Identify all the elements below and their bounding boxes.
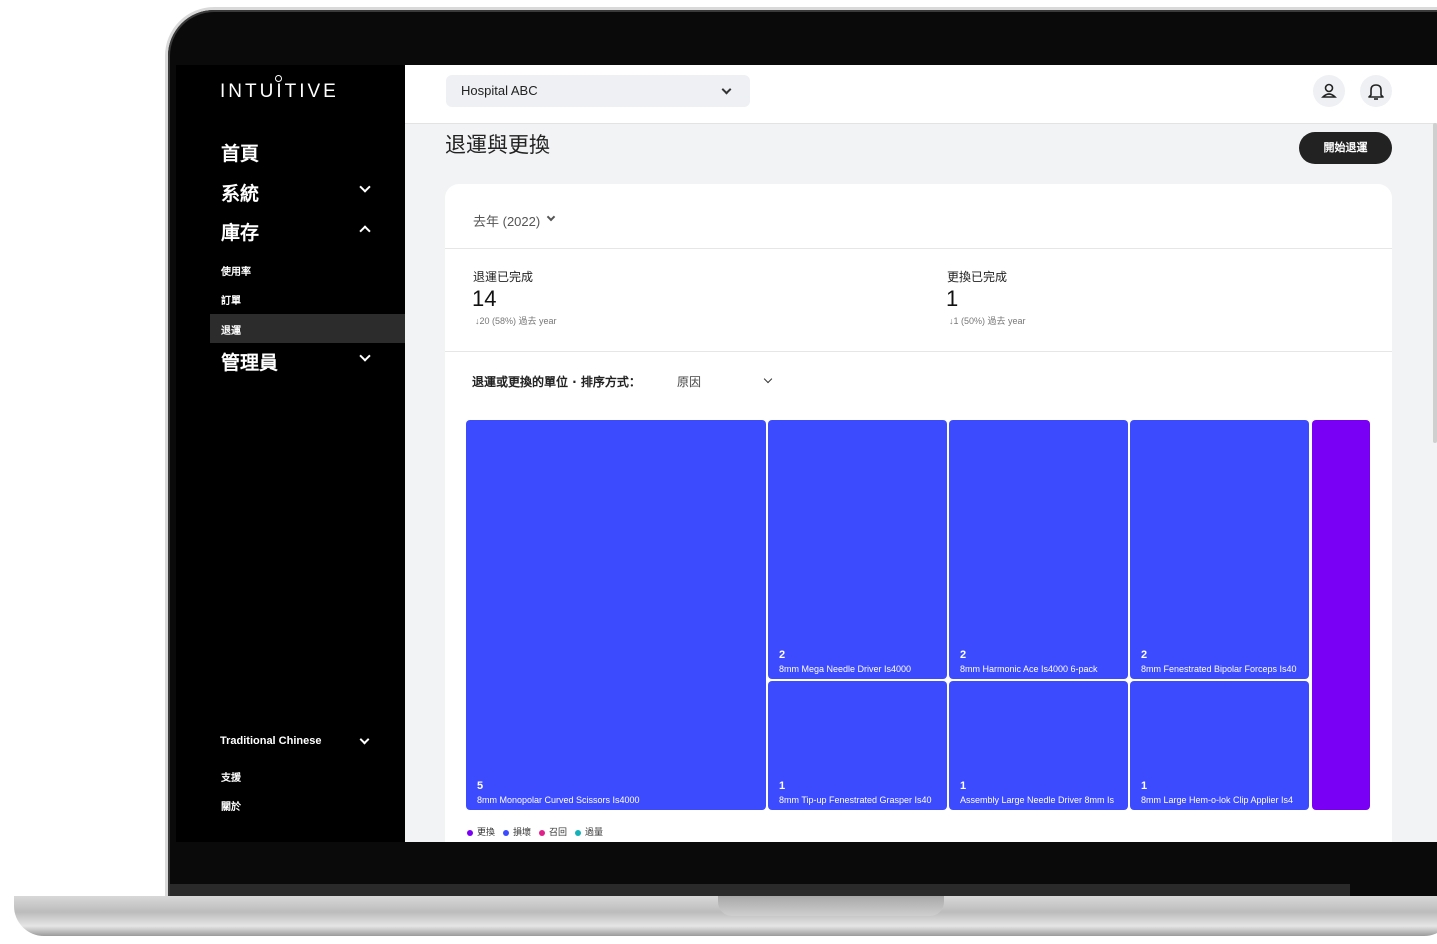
replacements-completed-label: 更換已完成 — [947, 270, 1008, 284]
chart-legend: 更換 損壞 召回 過量 — [467, 825, 611, 838]
period-select[interactable]: 去年 (2022) — [473, 211, 556, 230]
divider — [445, 248, 1392, 249]
nav-inventory[interactable]: 庫存 — [221, 218, 381, 245]
nav-admin-label: 管理員 — [221, 352, 279, 374]
main-content: Hospital ABC 退運與更換 開始退運 去年 (2022) 退運已完成 … — [405, 65, 1437, 842]
chevron-up-icon — [359, 225, 371, 237]
user-button[interactable] — [1313, 75, 1345, 107]
returns-completed-delta: ↓20 (58%) 過去 year — [475, 316, 557, 326]
chevron-down-icon — [359, 181, 371, 193]
language-label: Traditional Chinese — [220, 735, 322, 747]
page-title: 退運與更換 — [445, 133, 550, 157]
treemap-tile-value: 1 — [1141, 780, 1148, 792]
returns-completed-value: 14 — [472, 286, 497, 311]
legend-item[interactable]: 召回 — [539, 828, 567, 838]
sub-item-orders-label: 訂單 — [221, 296, 241, 307]
chevron-down-icon — [546, 212, 556, 222]
hospital-select[interactable]: Hospital ABC — [446, 75, 750, 107]
treemap-tile-label: 8mm Fenestrated Bipolar Forceps Is40 — [1141, 664, 1297, 674]
treemap-tile-value: 2 — [960, 649, 967, 661]
treemap-tile-label: 8mm Tip-up Fenestrated Grasper Is40 — [779, 795, 932, 805]
treemap-chart: 5 8mm Monopolar Curved Scissors Is4000 2 8m… — [466, 420, 1371, 810]
support-label: 支援 — [221, 773, 241, 784]
sub-item-returns[interactable]: 退運 — [221, 322, 241, 337]
sub-item-orders[interactable]: 訂單 — [221, 292, 241, 307]
nav-system-label: 系統 — [221, 183, 260, 205]
sub-item-returns-label: 退運 — [221, 326, 241, 337]
sidebar: INTUITIVE 首頁 系統 庫存 使用率 訂單 退運 管理員 Traditi… — [176, 65, 405, 842]
scrollbar[interactable] — [1433, 123, 1437, 443]
treemap-tile[interactable]: 2 8mm Fenestrated Bipolar Forceps Is40 — [1130, 420, 1309, 679]
legend-item[interactable]: 損壞 — [503, 828, 531, 838]
sub-item-usage-label: 使用率 — [221, 267, 251, 278]
sort-select-value[interactable]: 原因 — [677, 373, 701, 390]
legend-dot-icon — [467, 829, 473, 836]
nav-system[interactable]: 系統 — [221, 179, 381, 206]
top-bar: Hospital ABC — [405, 65, 1437, 124]
treemap-tile[interactable]: 1 8mm Large Hem-o-lok Clip Applier Is4 — [1130, 681, 1309, 810]
divider — [445, 351, 1392, 352]
notifications-button[interactable] — [1360, 75, 1392, 107]
treemap-tile-label: 8mm Large Hem-o-lok Clip Applier Is4 — [1141, 795, 1294, 805]
user-icon — [1321, 83, 1337, 98]
start-return-button[interactable]: 開始退運 — [1299, 132, 1392, 164]
treemap-tile[interactable] — [1312, 420, 1370, 810]
laptop-notch — [718, 896, 944, 916]
treemap-tile[interactable]: 5 8mm Monopolar Curved Scissors Is4000 — [466, 420, 766, 810]
treemap-tile-label: 8mm Mega Needle Driver Is4000 — [779, 664, 912, 674]
nav-admin[interactable]: 管理員 — [221, 348, 381, 375]
nav-home-label: 首頁 — [221, 143, 260, 165]
language-select[interactable]: Traditional Chinese — [220, 734, 380, 747]
treemap-tile-value: 5 — [477, 780, 484, 792]
chevron-down-icon[interactable] — [763, 374, 773, 384]
legend-label: 過量 — [585, 828, 604, 838]
treemap-tile-label: 8mm Monopolar Curved Scissors Is4000 — [477, 795, 640, 805]
logo-dot-icon — [275, 75, 282, 82]
treemap-tile[interactable]: 2 8mm Mega Needle Driver Is4000 — [768, 420, 947, 679]
sort-label: 退運或更換的單位 · 排序方式： — [472, 375, 641, 389]
nav-inventory-label: 庫存 — [221, 222, 260, 244]
treemap-tile-value: 2 — [779, 649, 786, 661]
hospital-select-value: Hospital ABC — [461, 83, 538, 98]
treemap-tile-value: 2 — [1141, 649, 1148, 661]
treemap-tile-value: 1 — [779, 780, 786, 792]
legend-dot-icon — [503, 829, 510, 836]
legend-dot-icon — [539, 829, 546, 836]
about-link[interactable]: 關於 — [221, 798, 241, 813]
replacements-completed-delta: ↓1 (50%) 過去 year — [949, 316, 1026, 326]
sub-item-usage[interactable]: 使用率 — [221, 263, 251, 278]
legend-item[interactable]: 更換 — [467, 828, 495, 838]
bell-icon — [1368, 84, 1384, 100]
about-label: 關於 — [221, 802, 241, 813]
treemap-tile-label: 8mm Harmonic Ace Is4000 6-pack — [960, 664, 1098, 674]
intuitive-logo[interactable]: INTUITIVE — [220, 75, 339, 103]
legend-label: 更換 — [477, 828, 496, 838]
treemap-tile[interactable]: 1 Assembly Large Needle Driver 8mm Is — [949, 681, 1128, 810]
legend-dot-icon — [575, 829, 582, 836]
legend-label: 召回 — [549, 828, 568, 838]
laptop-screen: INTUITIVE 首頁 系統 庫存 使用率 訂單 退運 管理員 Traditi… — [176, 65, 1437, 842]
support-link[interactable]: 支援 — [221, 769, 241, 784]
returns-completed-label: 退運已完成 — [473, 270, 534, 284]
legend-label: 損壞 — [513, 828, 532, 838]
chevron-down-icon — [721, 84, 732, 95]
treemap-tile[interactable]: 2 8mm Harmonic Ace Is4000 6-pack — [949, 420, 1128, 679]
logo-text: INTUITIVE — [220, 81, 339, 102]
treemap-tile-value: 1 — [960, 780, 967, 792]
treemap-tile-label: Assembly Large Needle Driver 8mm Is — [960, 795, 1115, 805]
replacements-completed-value: 1 — [946, 286, 959, 311]
chevron-down-icon — [359, 734, 370, 745]
legend-item[interactable]: 過量 — [575, 828, 603, 838]
chevron-down-icon — [359, 350, 371, 362]
treemap-tile[interactable]: 1 8mm Tip-up Fenestrated Grasper Is40 — [768, 681, 947, 810]
period-value: 去年 (2022) — [473, 214, 541, 229]
returns-card: 去年 (2022) 退運已完成 14 ↓20 (58%) 過去 year 更換已… — [445, 184, 1392, 842]
nav-home[interactable]: 首頁 — [221, 139, 381, 166]
